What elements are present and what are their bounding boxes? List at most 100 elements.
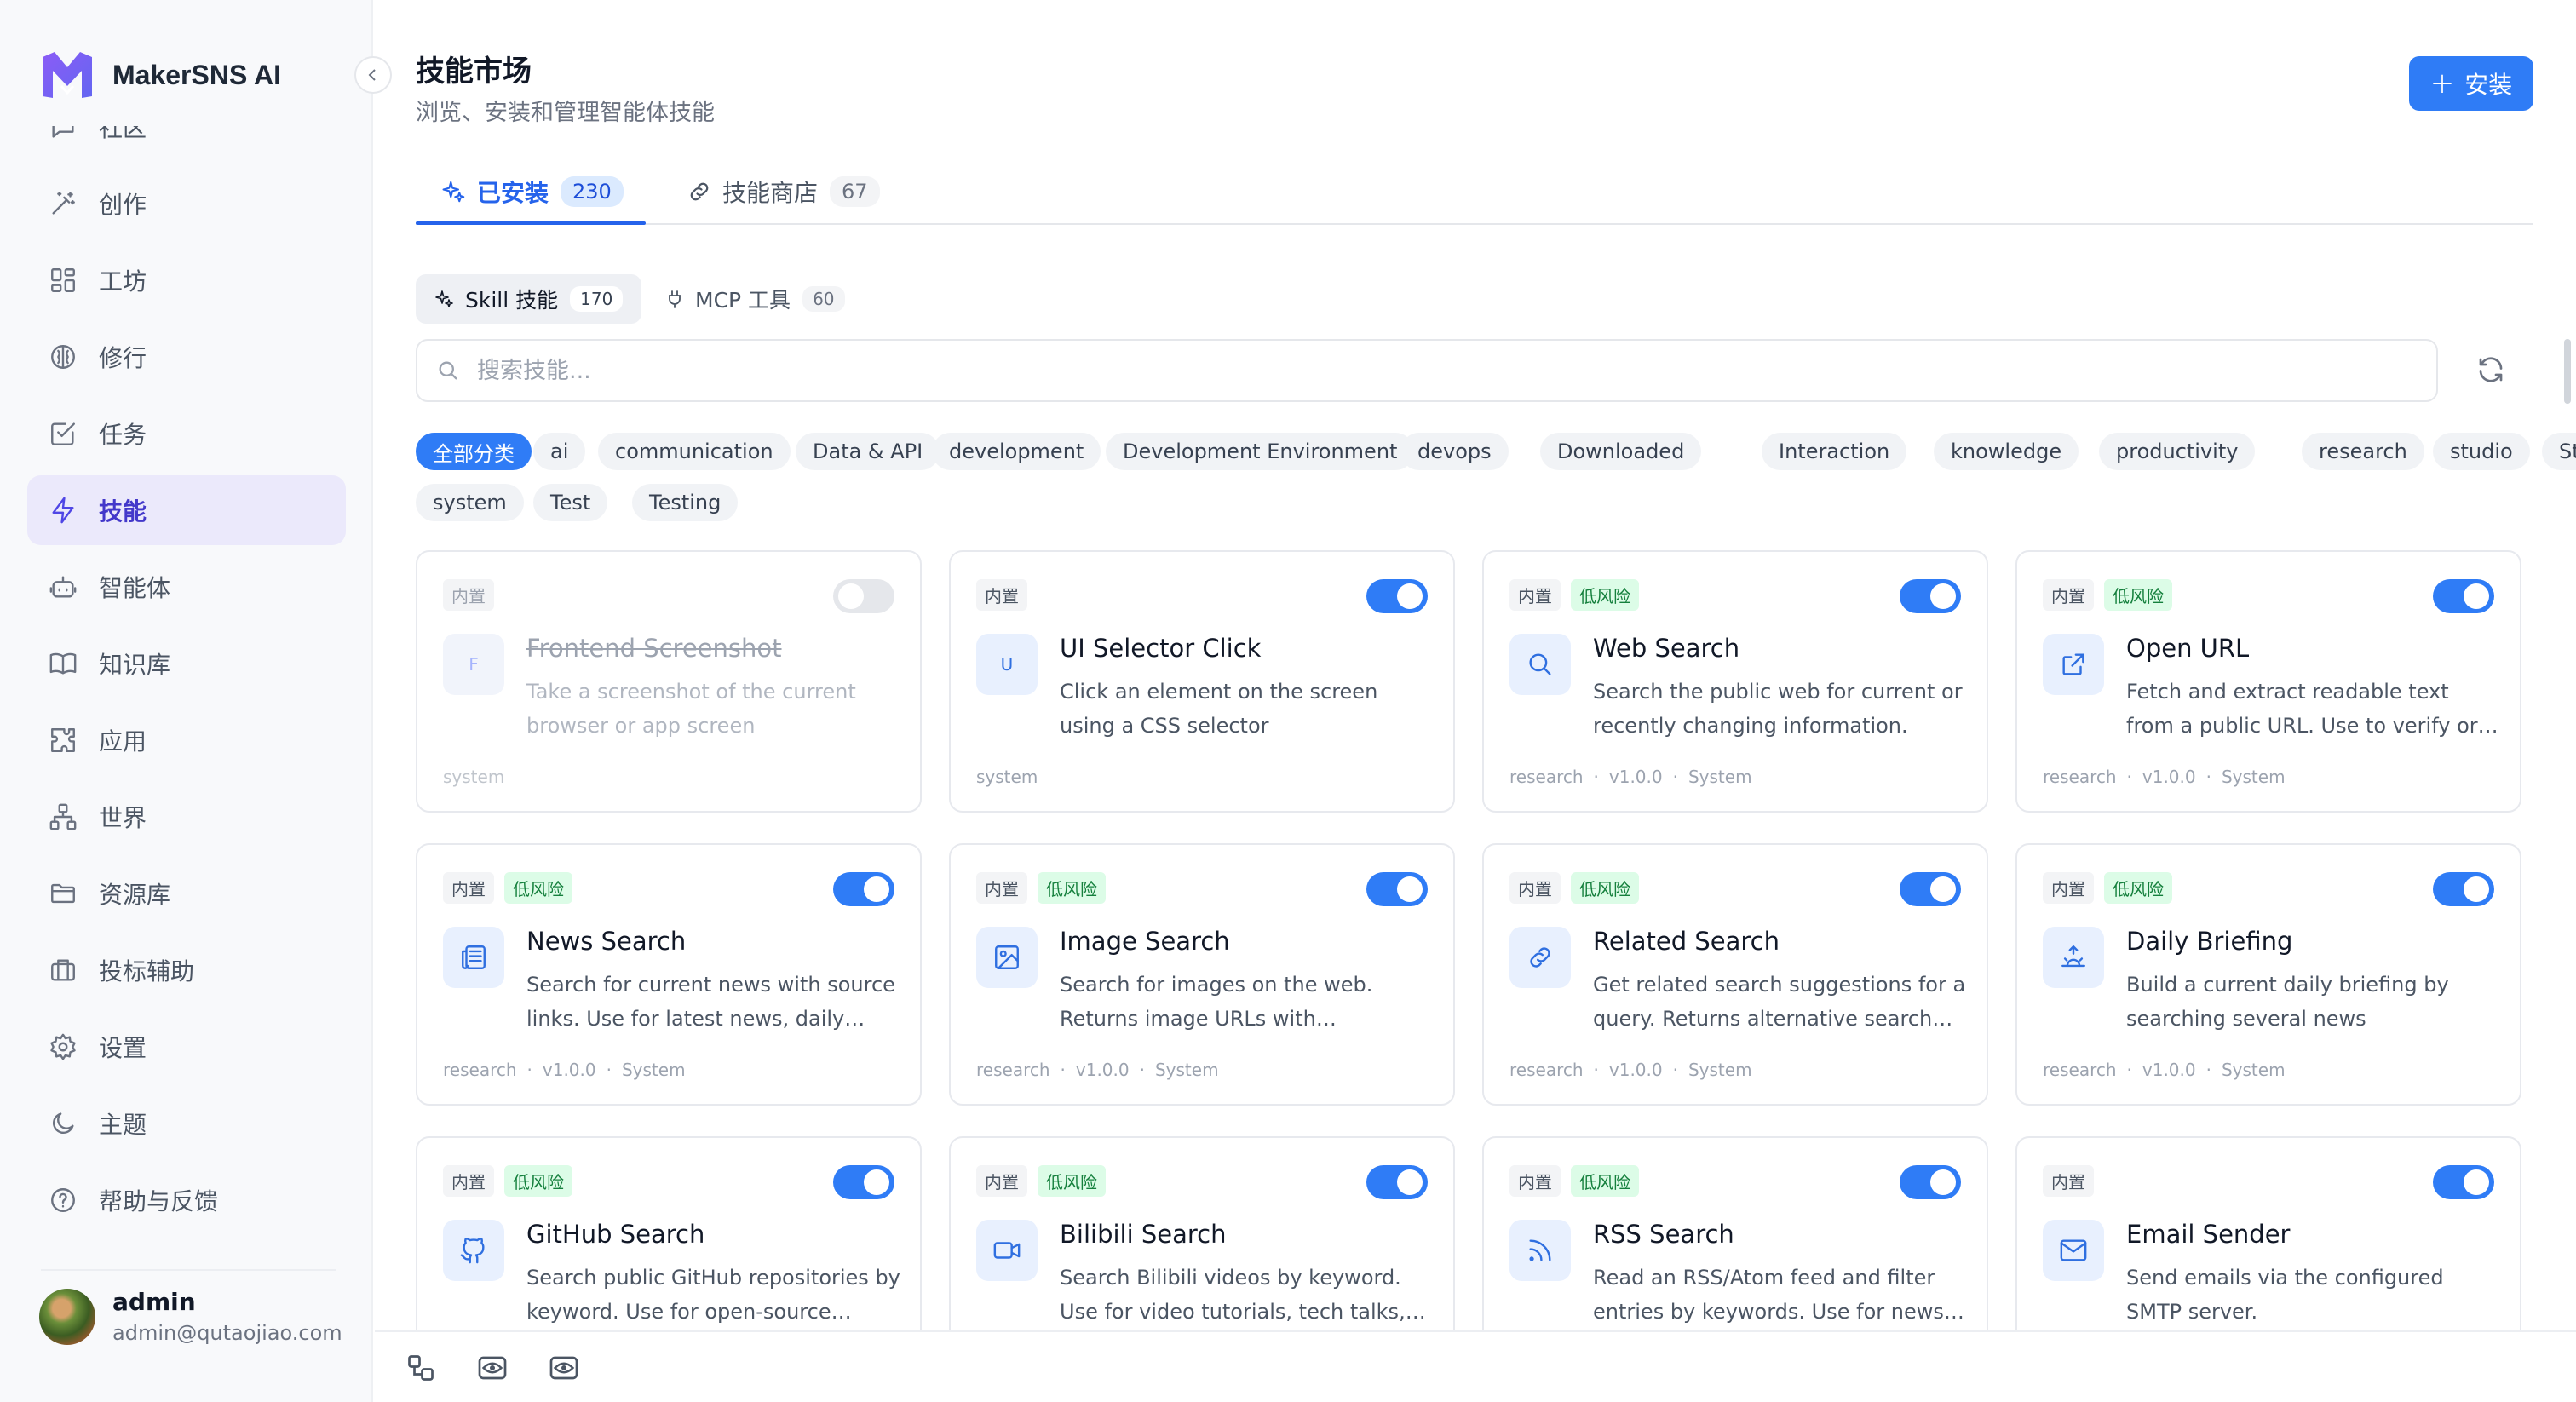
search-input[interactable] <box>477 357 2351 384</box>
tab-skill-store[interactable]: 技能商店 67 <box>687 158 880 225</box>
skill-badges: 内置 低风险 <box>976 1165 1106 1197</box>
skill-title: Related Search <box>1593 927 1780 956</box>
page-subtitle: 浏览、安装和管理智能体技能 <box>416 100 715 126</box>
category-chip[interactable]: development <box>932 433 1101 470</box>
skill-card[interactable]: 内置 低风险 Open URL Fetch and extract readable … <box>2015 550 2521 813</box>
skill-author: System <box>1688 1060 1752 1080</box>
toggle-knob <box>1397 583 1423 609</box>
sidebar-item-3[interactable]: 修行 <box>27 322 346 392</box>
flow-icon[interactable] <box>405 1353 436 1383</box>
category-chip[interactable]: ai <box>533 433 586 470</box>
sidebar-item-11[interactable]: 投标辅助 <box>27 935 346 1005</box>
skill-card[interactable]: 内置 Email Sender Send emails via the config… <box>2015 1136 2521 1334</box>
subtab-mcp[interactable]: MCP 工具 60 <box>646 274 864 324</box>
skill-badges: 内置 低风险 <box>443 1165 572 1197</box>
skill-description: Fetch and extract readable text from a p… <box>2126 680 2498 738</box>
builtin-badge: 内置 <box>976 872 1027 904</box>
skill-card[interactable]: 内置 低风险 Daily Briefing Build a current daily… <box>2015 843 2521 1106</box>
category-chip[interactable]: 全部分类 <box>416 433 532 470</box>
skill-card[interactable]: 内置 F Frontend Screenshot Take a screenshot … <box>416 550 922 813</box>
category-chip[interactable]: communication <box>598 433 791 470</box>
skill-enable-toggle[interactable] <box>2433 1165 2494 1199</box>
skill-card[interactable]: 内置 U UI Selector Click Click an element on … <box>949 550 1455 813</box>
skill-enable-toggle[interactable] <box>1900 1165 1961 1199</box>
main-tabs: 已安装 230 技能商店 67 <box>416 158 2533 225</box>
sidebar-item-9[interactable]: 世界 <box>27 782 346 852</box>
skill-card[interactable]: 内置 低风险 GitHub Search Search public GitHub r… <box>416 1136 922 1334</box>
skill-title: Daily Briefing <box>2126 927 2293 956</box>
sidebar-item-6[interactable]: 智能体 <box>27 552 346 622</box>
skill-enable-toggle[interactable] <box>833 872 894 906</box>
install-button[interactable]: + 安装 <box>2409 56 2533 111</box>
category-chip[interactable]: studio <box>2433 433 2530 470</box>
user-profile[interactable]: admin admin@qutaojiao.com <box>39 1288 342 1345</box>
skill-enable-toggle[interactable] <box>2433 579 2494 613</box>
skill-card[interactable]: 内置 低风险 Image Search Search for images on th… <box>949 843 1455 1106</box>
skill-letter-icon: U <box>1000 654 1014 675</box>
bot-icon <box>46 570 80 604</box>
skill-enable-toggle[interactable] <box>2433 872 2494 906</box>
sidebar-item-14[interactable]: 帮助与反馈 <box>27 1165 346 1235</box>
sidebar-item-8[interactable]: 应用 <box>27 705 346 775</box>
tab-installed-label: 已安装 <box>477 179 549 207</box>
category-chip[interactable]: Testing <box>632 484 739 521</box>
skill-enable-toggle[interactable] <box>833 1165 894 1199</box>
category-chip[interactable]: Studio <box>2542 433 2576 470</box>
skill-category: system <box>443 767 505 787</box>
search-box[interactable] <box>416 339 2438 402</box>
skill-enable-toggle[interactable] <box>1366 579 1428 613</box>
category-chip[interactable]: Downloaded <box>1540 433 1702 470</box>
brand[interactable]: MakerSNS AI <box>39 48 281 102</box>
skill-card[interactable]: 内置 低风险 Related Search Get related search su… <box>1482 843 1988 1106</box>
category-chip[interactable]: devops <box>1400 433 1509 470</box>
skill-card[interactable]: 内置 低风险 RSS Search Read an RSS/Atom feed and… <box>1482 1136 1988 1334</box>
skill-enable-toggle[interactable] <box>1900 872 1961 906</box>
category-chip[interactable]: productivity <box>2099 433 2256 470</box>
skill-enable-toggle[interactable] <box>1366 872 1428 906</box>
skill-meta: research · v1.0.0 · System <box>2043 767 2286 787</box>
collapse-sidebar-button[interactable] <box>354 56 392 94</box>
sidebar-item-7[interactable]: 知识库 <box>27 629 346 698</box>
sidebar-item-10[interactable]: 资源库 <box>27 859 346 928</box>
tab-installed[interactable]: 已安装 230 <box>441 158 624 225</box>
subtab-skill-count: 170 <box>570 286 624 312</box>
skill-version: v1.0.0 <box>1608 767 1663 787</box>
skill-title: UI Selector Click <box>1060 634 1262 663</box>
sidebar-item-5[interactable]: 技能 <box>27 475 346 545</box>
sidebar-item-0[interactable]: 社区 <box>27 126 346 162</box>
sidebar-item-4[interactable]: 任务 <box>27 399 346 468</box>
skill-enable-toggle[interactable] <box>833 579 894 613</box>
category-chip[interactable]: Test <box>533 484 608 521</box>
toggle-knob <box>1397 876 1423 902</box>
subtab-skill[interactable]: Skill 技能 170 <box>416 274 642 324</box>
scrollbar-thumb[interactable] <box>2564 339 2571 404</box>
skill-enable-toggle[interactable] <box>1366 1165 1428 1199</box>
category-chip[interactable]: Data & API <box>796 433 940 470</box>
skill-card[interactable]: 内置 低风险 News Search Search for current news … <box>416 843 922 1106</box>
skill-enable-toggle[interactable] <box>1900 579 1961 613</box>
refresh-icon[interactable] <box>2475 354 2506 385</box>
sidebar-item-12[interactable]: 设置 <box>27 1012 346 1082</box>
brand-name: MakerSNS AI <box>112 59 281 90</box>
category-chip[interactable]: Development Environment <box>1106 433 1415 470</box>
builtin-badge: 内置 <box>2043 1165 2094 1197</box>
builtin-badge: 内置 <box>1509 1165 1561 1197</box>
low-risk-badge: 低风险 <box>1571 579 1639 611</box>
sidebar-item-2[interactable]: 工坊 <box>27 245 346 315</box>
sidebar-item-1[interactable]: 创作 <box>27 169 346 238</box>
moon-icon <box>46 1106 80 1141</box>
category-chip[interactable]: system <box>416 484 524 521</box>
category-chip[interactable]: Interaction <box>1762 433 1907 470</box>
sidebar-item-13[interactable]: 主题 <box>27 1089 346 1158</box>
category-chip[interactable]: knowledge <box>1934 433 2079 470</box>
sidebar-item-label: 帮助与反馈 <box>99 1187 219 1215</box>
sidebar-item-label: 资源库 <box>99 881 171 909</box>
eye-scan-icon[interactable] <box>549 1353 579 1383</box>
eye-icon[interactable] <box>477 1353 508 1383</box>
category-chip[interactable]: research <box>2302 433 2424 470</box>
skill-author: System <box>1154 1060 1219 1080</box>
skill-card[interactable]: 内置 低风险 Bilibili Search Search Bilibili vide… <box>949 1136 1455 1334</box>
skill-card[interactable]: 内置 低风险 Web Search Search the public web for… <box>1482 550 1988 813</box>
toggle-knob <box>838 583 864 609</box>
avatar[interactable] <box>39 1288 95 1345</box>
